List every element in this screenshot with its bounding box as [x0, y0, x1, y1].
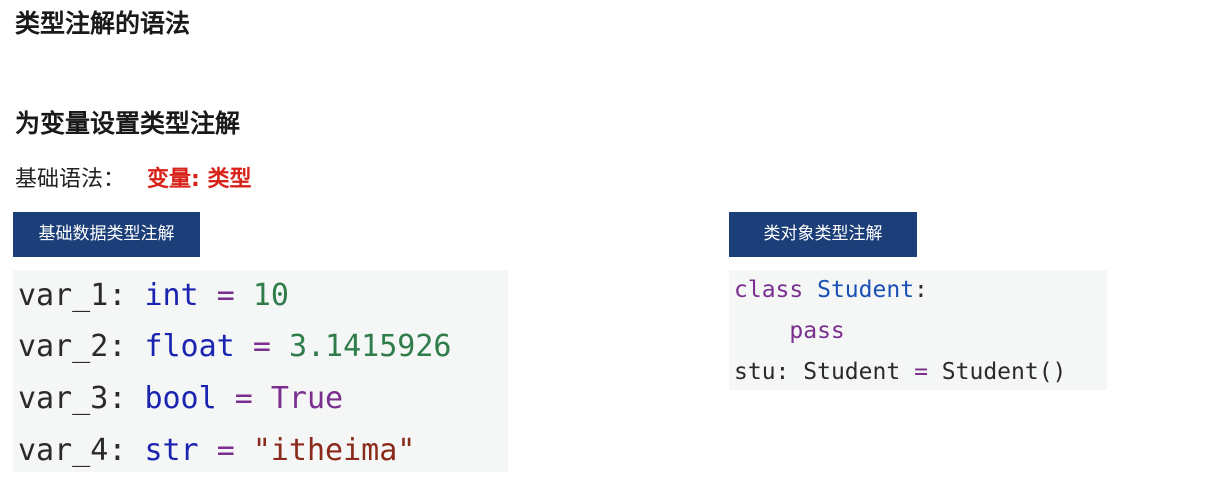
class-types-code-block: class Student: pass stu: Student = Stude…	[729, 270, 1107, 390]
assign-operator: =	[914, 359, 928, 385]
code-line: class Student:	[734, 270, 928, 311]
code-line: var_1: int = 10	[18, 270, 289, 322]
keyword: pass	[789, 318, 845, 344]
assign-operator: =	[234, 381, 253, 416]
var-name: var_3	[18, 381, 109, 416]
assign-operator: =	[216, 433, 235, 468]
type-name: str	[144, 433, 199, 468]
basic-types-tag: 基础数据类型注解	[13, 212, 200, 257]
syntax-label: 基础语法：	[15, 167, 126, 192]
class-name: Student	[817, 277, 915, 303]
value: "itheima"	[252, 433, 416, 468]
var-name: var_2	[18, 329, 109, 364]
var-name: var_4	[18, 433, 109, 468]
colon: :	[108, 433, 127, 468]
colon: :	[775, 359, 790, 385]
colon: :	[108, 381, 127, 416]
keyword: class	[734, 277, 804, 303]
constructor-call: Student()	[941, 359, 1067, 385]
code-line: var_2: float = 3.1415926	[18, 321, 452, 373]
value: 10	[252, 278, 289, 313]
colon: :	[914, 277, 928, 303]
value: 3.1415926	[288, 329, 452, 364]
type-name: int	[144, 278, 199, 313]
value: True	[270, 381, 344, 416]
type-name: bool	[144, 381, 217, 416]
class-types-tag: 类对象类型注解	[729, 212, 917, 257]
syntax-value: 变量: 类型	[147, 167, 252, 192]
page-title: 类型注解的语法	[15, 9, 191, 38]
code-line: var_3: bool = True	[18, 373, 343, 425]
code-line: stu: Student = Student()	[734, 352, 1066, 393]
assign-operator: =	[252, 329, 271, 364]
colon: :	[108, 329, 127, 364]
basic-types-code-block: var_1: int = 10 var_2: float = 3.1415926…	[13, 270, 508, 472]
assign-operator: =	[216, 278, 235, 313]
var-name: var_1	[18, 278, 109, 313]
type-name: Student	[803, 359, 901, 385]
code-line: var_4: str = "itheima"	[18, 425, 415, 477]
type-name: float	[144, 329, 235, 364]
syntax-line: 基础语法： 变量: 类型	[15, 163, 251, 197]
var-name: stu	[734, 359, 776, 385]
code-line: pass	[734, 311, 845, 352]
section-title: 为变量设置类型注解	[15, 109, 241, 138]
colon: :	[108, 278, 127, 313]
